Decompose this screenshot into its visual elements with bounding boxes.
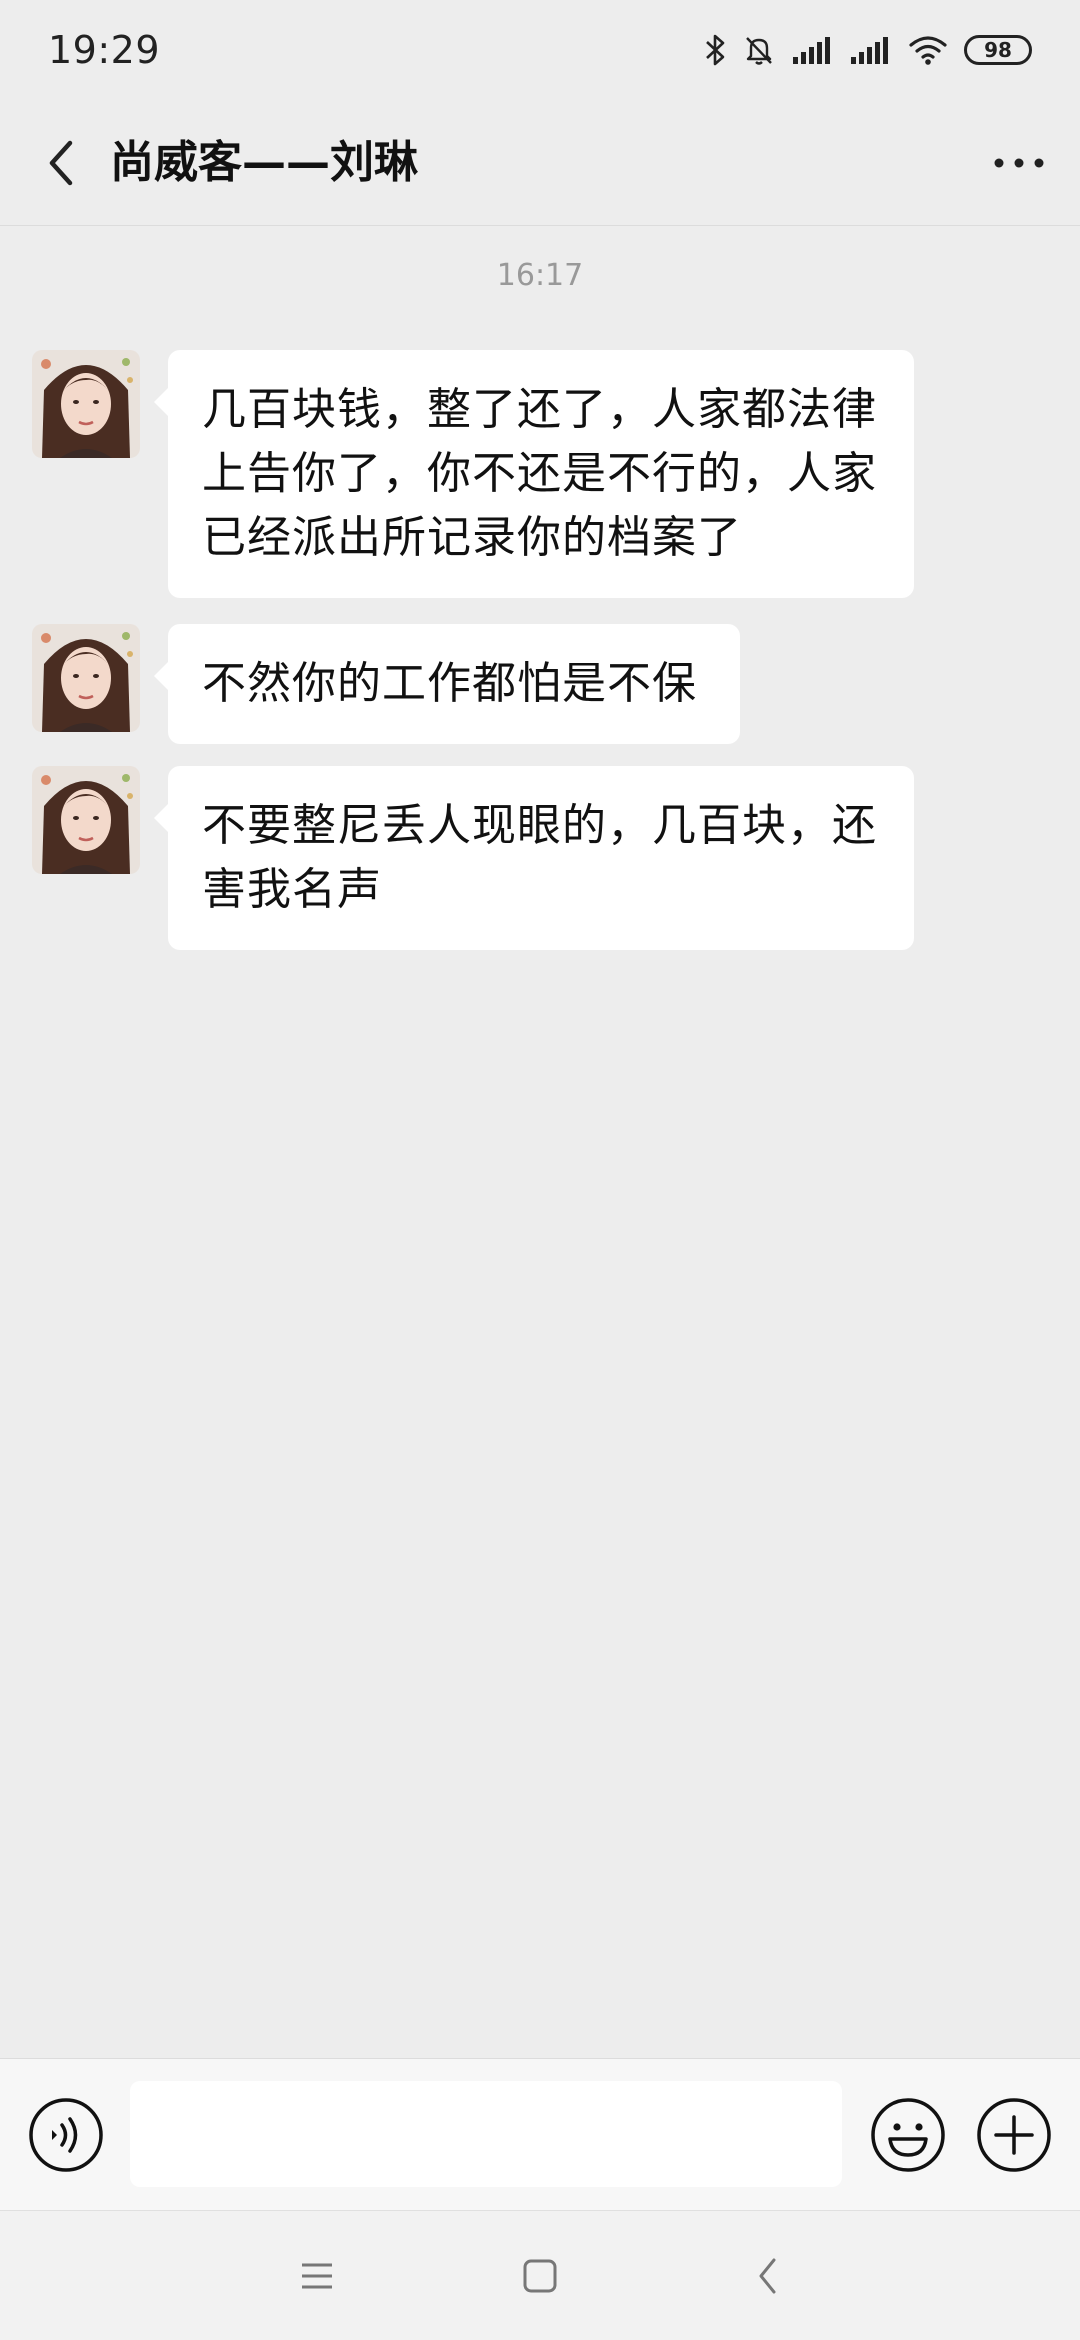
plus-circle-icon <box>977 2098 1051 2172</box>
chat-title: 尚威客——刘琳 <box>110 137 418 188</box>
message-row: 不然你的工作都怕是不保 <box>32 624 740 744</box>
status-time: 19:29 <box>48 28 161 72</box>
nav-back-button[interactable] <box>733 2241 803 2311</box>
message-row: 几百块钱，整了还了，人家都法律 上告你了，你不还是不行的，人家 已经派出所记录你… <box>32 350 914 598</box>
chat-timestamp: 16:17 <box>496 258 584 293</box>
avatar[interactable] <box>32 350 140 458</box>
message-row: 不要整尼丢人现眼的，几百块，还 害我名声 <box>32 766 914 950</box>
nav-home-button[interactable] <box>505 2241 575 2311</box>
mute-bell-icon <box>742 33 776 67</box>
more-dots-icon <box>994 158 1044 168</box>
chat-header: 尚威客——刘琳 <box>0 100 1080 226</box>
back-icon <box>759 2258 776 2294</box>
system-nav-bar <box>0 2210 1080 2340</box>
wifi-icon <box>908 34 948 66</box>
message-bubble[interactable]: 不然你的工作都怕是不保 <box>154 624 740 744</box>
signal-icon <box>792 35 834 65</box>
bluetooth-icon <box>704 33 726 67</box>
message-line: 已经派出所记录你的档案了 <box>202 512 742 563</box>
more-functions-button[interactable] <box>976 2097 1052 2173</box>
home-icon <box>523 2259 557 2293</box>
emoji-icon <box>871 2098 945 2172</box>
message-line: 不要整尼丢人现眼的，几百块，还 <box>202 800 877 851</box>
menu-icon <box>302 2263 332 2289</box>
avatar[interactable] <box>32 624 140 732</box>
battery-level: 98 <box>984 38 1012 62</box>
voice-button[interactable] <box>28 2097 104 2173</box>
message-bubble[interactable]: 不要整尼丢人现眼的，几百块，还 害我名声 <box>154 766 914 950</box>
emoji-button[interactable] <box>870 2097 946 2173</box>
message-bubble[interactable]: 几百块钱，整了还了，人家都法律 上告你了，你不还是不行的，人家 已经派出所记录你… <box>154 350 914 598</box>
message-line: 害我名声 <box>202 864 382 915</box>
status-bar: 19:29 98 <box>0 0 1080 100</box>
more-button[interactable] <box>984 128 1054 198</box>
message-line: 几百块钱，整了还了，人家都法律 <box>202 384 877 435</box>
avatar[interactable] <box>32 766 140 874</box>
status-icons: 98 <box>704 33 1032 67</box>
voice-icon <box>29 2098 103 2172</box>
chat-input-bar <box>0 2058 1080 2210</box>
battery-icon: 98 <box>964 35 1032 65</box>
message-line: 上告你了，你不还是不行的，人家 <box>202 448 877 499</box>
nav-menu-button[interactable] <box>282 2241 352 2311</box>
back-button[interactable] <box>26 128 96 198</box>
signal-icon <box>850 35 892 65</box>
message-input[interactable] <box>130 2081 842 2187</box>
message-line: 不然你的工作都怕是不保 <box>202 658 697 709</box>
chevron-left-icon <box>49 140 73 186</box>
